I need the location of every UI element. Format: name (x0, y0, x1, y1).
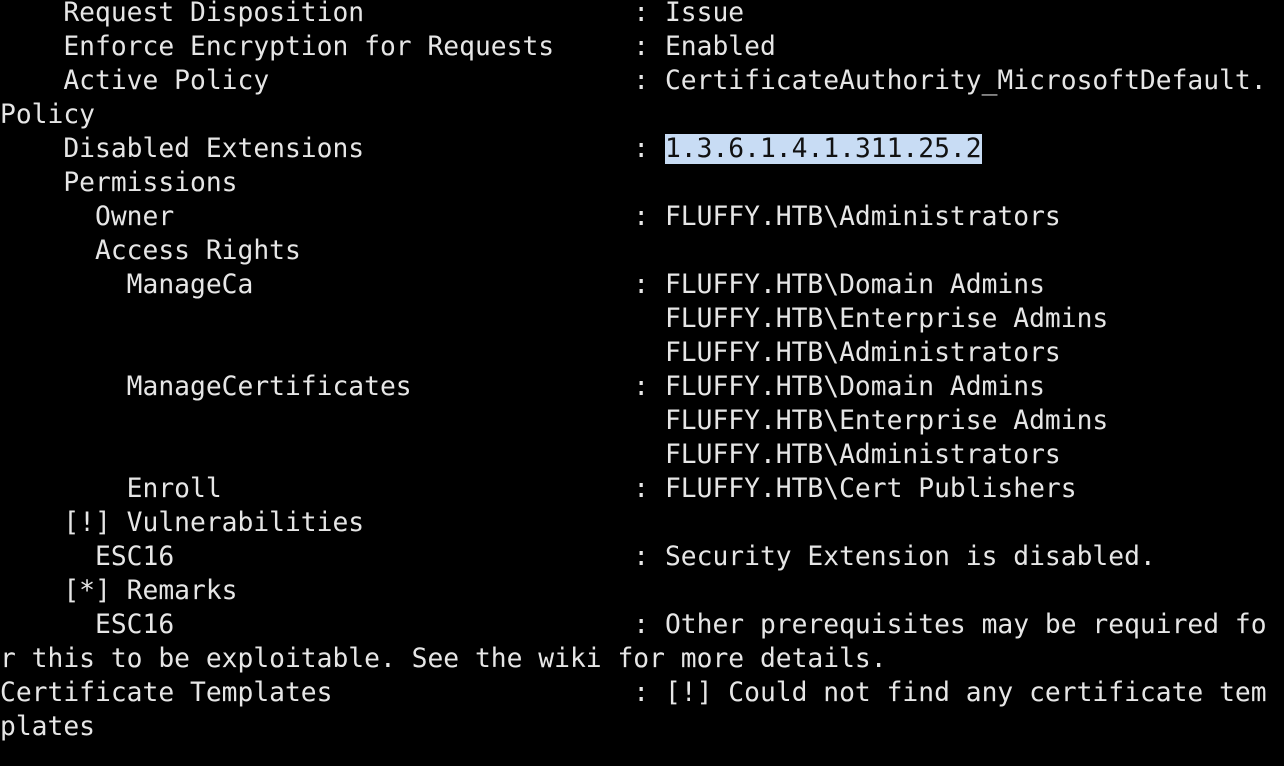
terminal-line: Policy (0, 100, 95, 130)
terminal-line: Permissions (0, 168, 238, 198)
terminal-line: FLUFFY.HTB\Administrators (0, 440, 1061, 470)
terminal-line: Enforce Encryption for Requests : Enable… (0, 32, 776, 62)
terminal-line: Enroll : FLUFFY.HTB\Cert Publishers (0, 474, 1077, 504)
terminal-line: FLUFFY.HTB\Administrators (0, 338, 1061, 368)
terminal-line: FLUFFY.HTB\Enterprise Admins (0, 304, 1109, 334)
terminal-line: Request Disposition : Issue (0, 0, 745, 28)
selected-text[interactable]: 1.3.6.1.4.1.311.25.2 (664, 134, 982, 164)
terminal-line: [!] Vulnerabilities (0, 508, 365, 538)
terminal-line: Owner : FLUFFY.HTB\Administrators (0, 202, 1061, 232)
terminal-line: FLUFFY.HTB\Enterprise Admins (0, 406, 1109, 436)
terminal-window[interactable]: Request Disposition : Issue Enforce Encr… (0, 0, 1284, 766)
terminal-line: r this to be exploitable. See the wiki f… (0, 644, 887, 674)
terminal-line: Certificate Templates : [!] Could not fi… (0, 678, 1267, 708)
terminal-line: Access Rights (0, 236, 301, 266)
terminal-line: Disabled Extensions : 1.3.6.1.4.1.311.25… (0, 132, 982, 166)
terminal-line: ESC16 : Security Extension is disabled. (0, 542, 1156, 572)
terminal-line: ManageCertificates : FLUFFY.HTB\Domain A… (0, 372, 1045, 402)
terminal-line-text: Disabled Extensions : (0, 134, 665, 164)
terminal-line: plates (0, 712, 95, 742)
terminal-line: ESC16 : Other prerequisites may be requi… (0, 610, 1267, 640)
terminal-line: ManageCa : FLUFFY.HTB\Domain Admins (0, 270, 1045, 300)
terminal-line: [*] Remarks (0, 576, 238, 606)
terminal-line: Active Policy : CertificateAuthority_Mic… (0, 66, 1267, 96)
